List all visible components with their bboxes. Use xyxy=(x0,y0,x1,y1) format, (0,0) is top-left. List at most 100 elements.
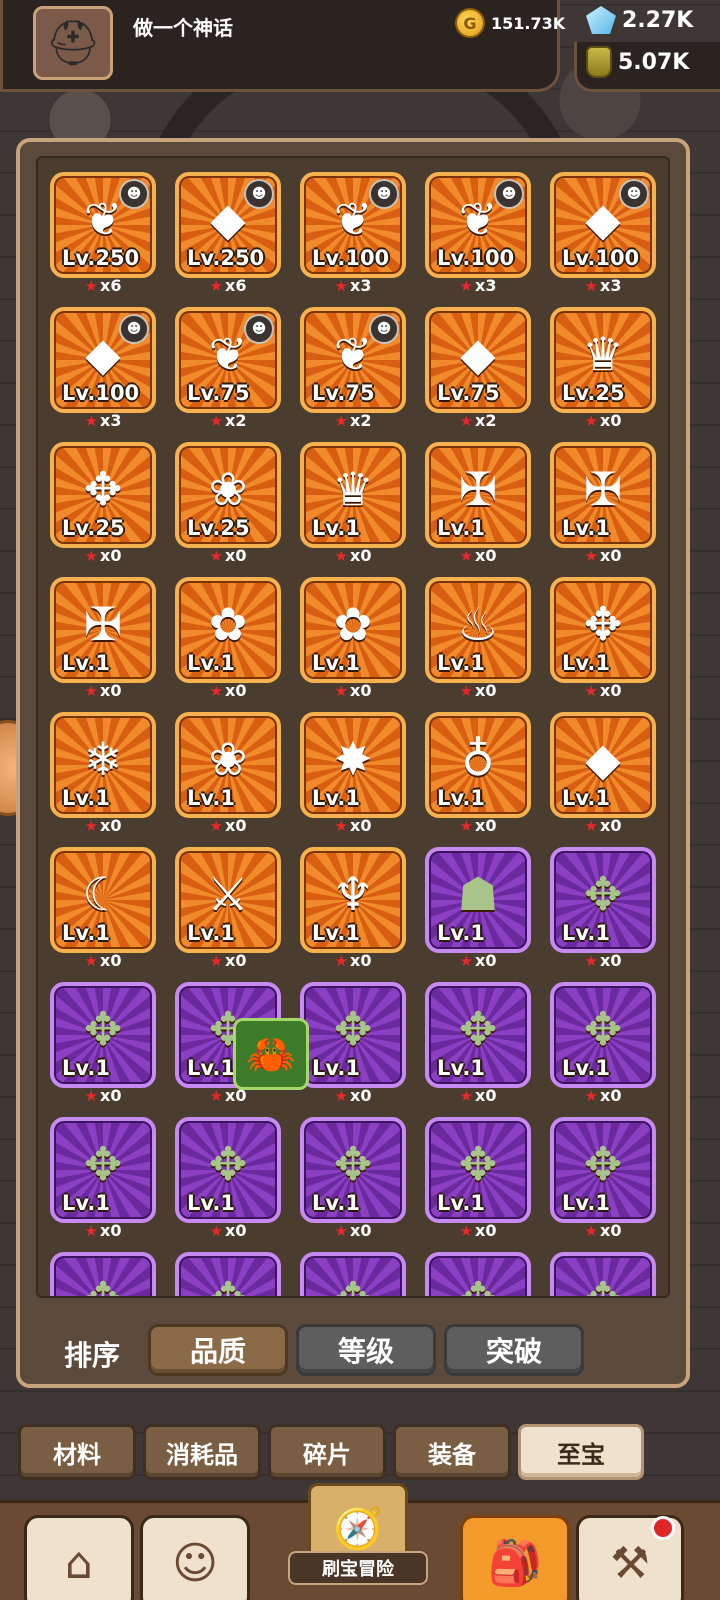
treasure-item[interactable]: ◆ ☻ Lv.100 ★ x3 xyxy=(50,307,156,430)
tab-equipment[interactable]: 装备 xyxy=(393,1424,511,1480)
treasure-card[interactable]: ✥ Lv.25 xyxy=(50,442,156,548)
item-grid-scroll[interactable]: ❦ ☻ Lv.250 ★ x6 ◆ ☻ Lv.250 ★ x6 ❦ ☻ Lv.100 ★ x3 ❦ ☻ Lv.10… xyxy=(36,156,670,1298)
treasure-card[interactable]: ❦ ☻ Lv.75 xyxy=(175,307,281,413)
treasure-card[interactable]: ❦ ☻ Lv.100 xyxy=(300,172,406,278)
treasure-item[interactable]: ☾ Lv.1 ★ x0 xyxy=(50,847,156,970)
treasure-card[interactable]: ✥ xyxy=(50,1252,156,1296)
treasure-item[interactable]: ✥ Lv.1 ★ x0 xyxy=(550,982,656,1105)
treasure-card[interactable]: ☗ Lv.1 xyxy=(425,847,531,953)
treasure-item[interactable]: ❦ ☻ Lv.75 ★ x2 xyxy=(175,307,281,430)
treasure-card[interactable]: ❀ Lv.25 xyxy=(175,442,281,548)
tab-materials[interactable]: 材料 xyxy=(18,1424,136,1480)
treasure-item[interactable]: ◆ ☻ Lv.250 ★ x6 xyxy=(175,172,281,295)
treasure-item[interactable]: ✥ Lv.1 ★ x0 xyxy=(300,1117,406,1240)
treasure-card[interactable]: ◆ ☻ Lv.100 xyxy=(50,307,156,413)
treasure-item[interactable]: ✥ xyxy=(50,1252,156,1296)
treasure-card[interactable]: ◆ ☻ Lv.250 xyxy=(175,172,281,278)
treasure-card[interactable]: ◆ ☻ Lv.100 xyxy=(550,172,656,278)
treasure-card[interactable]: ✥ Lv.1 xyxy=(50,1117,156,1223)
treasure-card[interactable]: ☾ Lv.1 xyxy=(50,847,156,953)
treasure-item[interactable]: ❀ Lv.1 ★ x0 xyxy=(175,712,281,835)
treasure-item[interactable]: ◆ ☻ Lv.100 ★ x3 xyxy=(550,172,656,295)
treasure-card[interactable]: ✥ Lv.1 xyxy=(425,982,531,1088)
treasure-card[interactable]: ✥ Lv.1 xyxy=(550,982,656,1088)
treasure-card[interactable]: ✥ Lv.1 xyxy=(175,1117,281,1223)
treasure-card[interactable]: ✥ Lv.1 xyxy=(550,847,656,953)
treasure-item[interactable]: ✥ xyxy=(425,1252,531,1296)
treasure-card[interactable]: ✥ Lv.1 xyxy=(300,982,406,1088)
tab-treasures[interactable]: 至宝 xyxy=(518,1424,644,1480)
treasure-item[interactable]: ✿ Lv.1 ★ x0 xyxy=(300,577,406,700)
treasure-card[interactable]: ♛ Lv.1 xyxy=(300,442,406,548)
treasure-card[interactable]: ♨ Lv.1 xyxy=(425,577,531,683)
treasure-item[interactable]: ♆ Lv.1 ★ x0 xyxy=(300,847,406,970)
treasure-item[interactable]: ✥ Lv.1 ★ x0 xyxy=(50,1117,156,1240)
treasure-item[interactable]: ✥ Lv.1 ★ x0 xyxy=(425,1117,531,1240)
treasure-item[interactable]: ✠ Lv.1 ★ x0 xyxy=(550,442,656,565)
sort-by-quality-button[interactable]: 品质 xyxy=(148,1324,288,1376)
treasure-item[interactable]: ♨ Lv.1 ★ x0 xyxy=(425,577,531,700)
nav-forge[interactable]: ⚒ xyxy=(576,1515,684,1600)
treasure-item[interactable]: ✠ Lv.1 ★ x0 xyxy=(425,442,531,565)
treasure-card[interactable]: ✥ Lv.1 xyxy=(550,1117,656,1223)
treasure-card[interactable]: ◆ Lv.1 xyxy=(550,712,656,818)
nav-shop[interactable]: ⌂ xyxy=(24,1515,134,1600)
potion-currency[interactable]: 5.07K xyxy=(586,46,689,78)
treasure-card[interactable]: ✠ Lv.1 xyxy=(550,442,656,548)
treasure-card[interactable]: ✠ Lv.1 xyxy=(50,577,156,683)
treasure-card[interactable]: ❦ ☻ Lv.75 xyxy=(300,307,406,413)
treasure-item[interactable]: ❦ ☻ Lv.75 ★ x2 xyxy=(300,307,406,430)
treasure-card[interactable]: ✠ Lv.1 xyxy=(425,442,531,548)
gold-currency[interactable]: G 151.73K xyxy=(455,8,565,38)
treasure-card[interactable]: ❄ Lv.1 xyxy=(50,712,156,818)
treasure-item[interactable]: ☗ Lv.1 ★ x0 xyxy=(425,847,531,970)
player-avatar[interactable]: ⛑ xyxy=(33,6,113,80)
treasure-card[interactable]: ✥ xyxy=(550,1252,656,1296)
treasure-card[interactable]: ✸ Lv.1 xyxy=(300,712,406,818)
treasure-item[interactable]: ♁ Lv.1 ★ x0 xyxy=(425,712,531,835)
treasure-card[interactable]: ✥ Lv.1 xyxy=(550,577,656,683)
treasure-card[interactable]: ✥ Lv.1 xyxy=(300,1117,406,1223)
treasure-item[interactable]: ❦ ☻ Lv.250 ★ x6 xyxy=(50,172,156,295)
treasure-card[interactable]: ❀ Lv.1 xyxy=(175,712,281,818)
treasure-card[interactable]: ✥ xyxy=(300,1252,406,1296)
treasure-card[interactable]: ✿ Lv.1 xyxy=(300,577,406,683)
nav-hero[interactable]: ☺ xyxy=(140,1515,250,1600)
crab-pet-icon[interactable]: 🦀 xyxy=(233,1018,309,1090)
treasure-item[interactable]: ✥ Lv.1 ★ x0 xyxy=(175,1117,281,1240)
treasure-item[interactable]: ♛ Lv.1 ★ x0 xyxy=(300,442,406,565)
treasure-item[interactable]: ◆ Lv.1 ★ x0 xyxy=(550,712,656,835)
treasure-item[interactable]: ✸ Lv.1 ★ x0 xyxy=(300,712,406,835)
gem-currency[interactable]: 2.27K xyxy=(586,6,693,34)
treasure-card[interactable]: ♛ Lv.25 xyxy=(550,307,656,413)
nav-backpack[interactable]: 🎒 xyxy=(460,1515,570,1600)
treasure-card[interactable]: ❦ ☻ Lv.250 xyxy=(50,172,156,278)
treasure-card[interactable]: ♁ Lv.1 xyxy=(425,712,531,818)
treasure-item[interactable]: ✿ Lv.1 ★ x0 xyxy=(175,577,281,700)
treasure-card[interactable]: ◆ Lv.75 xyxy=(425,307,531,413)
treasure-item[interactable]: ❦ ☻ Lv.100 ★ x3 xyxy=(425,172,531,295)
treasure-item[interactable]: ✥ xyxy=(300,1252,406,1296)
treasure-card[interactable]: ⚔ Lv.1 xyxy=(175,847,281,953)
treasure-item[interactable]: ✥ Lv.1 ★ x0 xyxy=(425,982,531,1105)
treasure-item[interactable]: ✥ xyxy=(550,1252,656,1296)
treasure-card[interactable]: ✥ xyxy=(175,1252,281,1296)
nav-adventure[interactable]: 🧭 刷宝冒险 xyxy=(258,1483,458,1600)
treasure-card[interactable]: ✥ Lv.1 xyxy=(425,1117,531,1223)
treasure-item[interactable]: ❦ ☻ Lv.100 ★ x3 xyxy=(300,172,406,295)
treasure-item[interactable]: ✥ Lv.1 ★ x0 xyxy=(550,847,656,970)
treasure-item[interactable]: ✥ Lv.1 ★ x0 xyxy=(50,982,156,1105)
treasure-card[interactable]: ✥ Lv.1 xyxy=(50,982,156,1088)
treasure-item[interactable]: ✥ xyxy=(175,1252,281,1296)
treasure-card[interactable]: ✿ Lv.1 xyxy=(175,577,281,683)
treasure-card[interactable]: ✥ xyxy=(425,1252,531,1296)
treasure-card[interactable]: ❦ ☻ Lv.100 xyxy=(425,172,531,278)
treasure-item[interactable]: ✥ Lv.25 ★ x0 xyxy=(50,442,156,565)
treasure-item[interactable]: ✥ Lv.1 ★ x0 xyxy=(550,1117,656,1240)
treasure-item[interactable]: ◆ Lv.75 ★ x2 xyxy=(425,307,531,430)
tab-consumables[interactable]: 消耗品 xyxy=(143,1424,261,1480)
treasure-item[interactable]: ✥ Lv.1 ★ x0 xyxy=(550,577,656,700)
treasure-item[interactable]: ♛ Lv.25 ★ x0 xyxy=(550,307,656,430)
treasure-item[interactable]: ❀ Lv.25 ★ x0 xyxy=(175,442,281,565)
treasure-item[interactable]: ⚔ Lv.1 ★ x0 xyxy=(175,847,281,970)
